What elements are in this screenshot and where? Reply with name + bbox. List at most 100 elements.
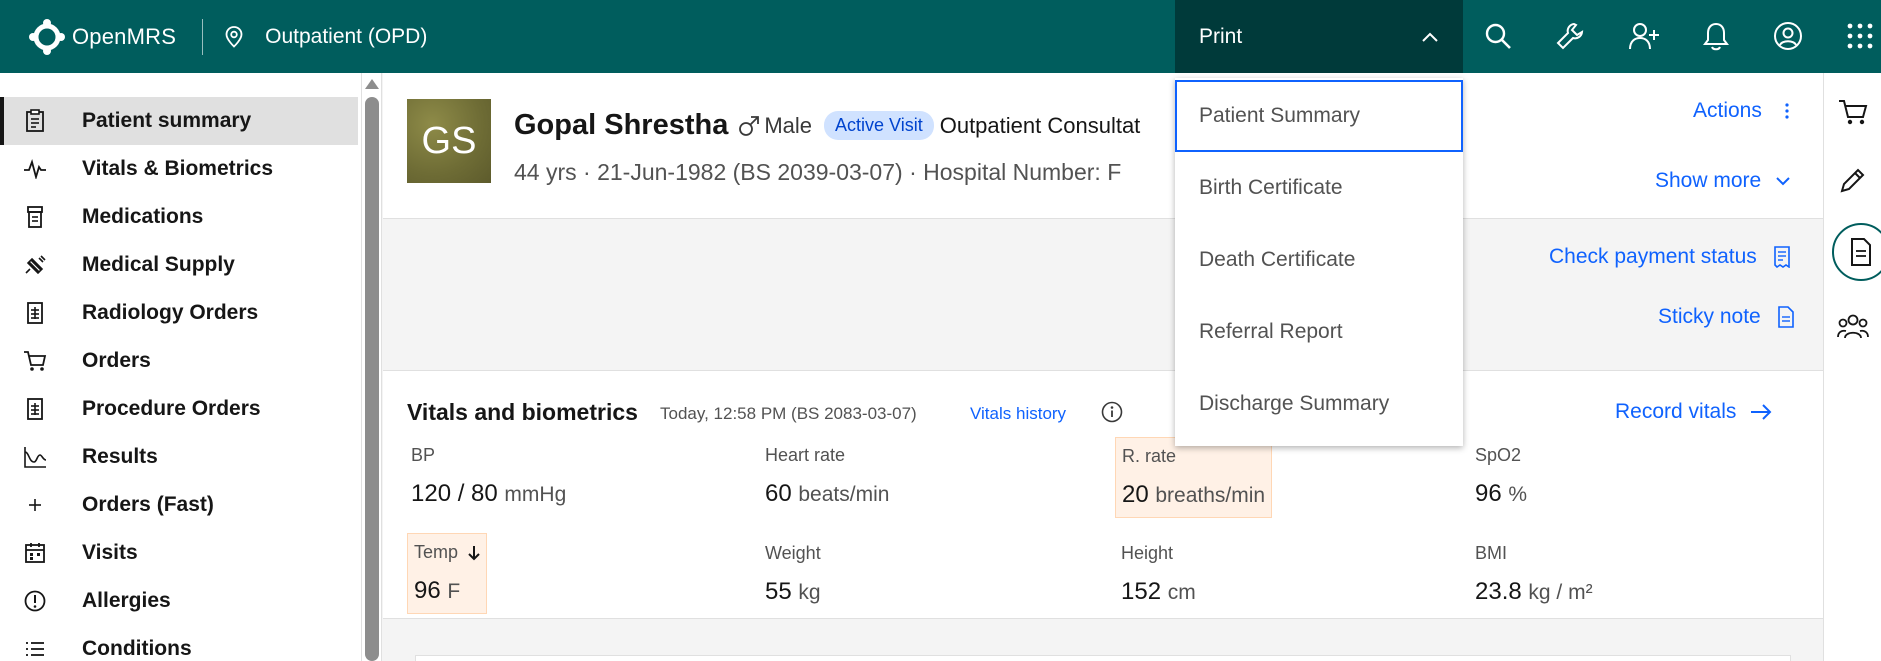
- vital-unit: kg: [798, 581, 821, 604]
- patient-name: Gopal Shrestha: [514, 109, 729, 141]
- cart-icon[interactable]: [1832, 91, 1874, 133]
- next-widget-card: [415, 655, 1791, 661]
- vital-value-row: 96 F: [414, 577, 480, 605]
- vital-unit: mmHg: [504, 483, 567, 506]
- vital-unit: %: [1508, 483, 1528, 506]
- sidebar-item-orders-fast[interactable]: Orders (Fast): [0, 481, 358, 529]
- list-icon: [18, 632, 52, 661]
- actions-button[interactable]: Actions: [1693, 99, 1790, 123]
- document-icon: [1777, 306, 1794, 328]
- vital-unit: kg / m²: [1528, 581, 1593, 604]
- vital-value-row: 20 breaths/min: [1122, 481, 1265, 509]
- sidebar-item-label: Orders: [82, 349, 151, 372]
- menu-item-death-certificate[interactable]: Death Certificate: [1175, 224, 1463, 296]
- hospital-number: Hospital Number: F: [923, 159, 1122, 185]
- bell-icon[interactable]: [1698, 18, 1734, 54]
- wrench-icon[interactable]: [1552, 18, 1588, 54]
- sidebar-item-label: Patient summary: [82, 109, 252, 132]
- sidebar-item-radiology-orders[interactable]: Radiology Orders: [0, 289, 358, 337]
- top-navigation-bar: OpenMRS Outpatient (OPD) Print: [0, 0, 1881, 73]
- sidebar-item-label: Medical Supply: [82, 253, 235, 276]
- scroll-thumb[interactable]: [365, 97, 379, 661]
- vital-value: 96: [414, 577, 441, 604]
- vital-tile-weight: Weight 55 kg: [759, 535, 827, 614]
- sidebar-item-vitals-biometrics[interactable]: Vitals & Biometrics: [0, 145, 358, 193]
- sidebar-item-medications[interactable]: Medications: [0, 193, 358, 241]
- vital-label: Temp: [414, 542, 459, 562]
- vitals-history-link[interactable]: Vitals history: [970, 404, 1066, 424]
- male-gender-icon: [739, 115, 760, 136]
- sidebar-item-visits[interactable]: Visits: [0, 529, 358, 577]
- active-visit-badge: Active Visit: [824, 111, 934, 140]
- medication-icon: [18, 200, 52, 234]
- print-menu-button[interactable]: Print: [1175, 0, 1463, 73]
- vital-value: 55: [765, 578, 792, 605]
- print-label: Print: [1199, 24, 1243, 48]
- sidebar-scrollbar[interactable]: [362, 73, 382, 661]
- add-user-icon[interactable]: [1626, 18, 1662, 54]
- openmrs-logo-icon: [28, 18, 66, 56]
- vital-unit: breaths/min: [1155, 484, 1266, 507]
- document-icon[interactable]: [1832, 223, 1881, 281]
- sidebar-item-orders[interactable]: Orders: [0, 337, 358, 385]
- info-icon[interactable]: [1101, 401, 1123, 428]
- sidebar-item-patient-summary[interactable]: Patient summary: [0, 97, 358, 145]
- patient-avatar: GS: [407, 99, 491, 183]
- sidebar-item-conditions[interactable]: Conditions: [0, 625, 358, 661]
- syringe-icon: [18, 248, 52, 282]
- location-pin-icon: [225, 25, 243, 48]
- menu-item-patient-summary[interactable]: Patient Summary: [1175, 80, 1463, 152]
- vital-value-row: 152 cm: [1121, 578, 1196, 606]
- menu-item-referral-report[interactable]: Referral Report: [1175, 296, 1463, 368]
- patient-links-section: Check payment status Sticky note: [383, 219, 1823, 371]
- patient-name-row: Gopal Shrestha Male Active Visit Outpati…: [514, 109, 1140, 142]
- sidebar-item-medical-supply[interactable]: Medical Supply: [0, 241, 358, 289]
- search-icon[interactable]: [1480, 18, 1516, 54]
- order-document-icon: [18, 296, 52, 330]
- sidebar-item-label: Visits: [82, 541, 138, 564]
- right-action-rail: [1823, 73, 1881, 661]
- show-more-button[interactable]: Show more: [1655, 169, 1791, 193]
- location-label: Outpatient (OPD): [265, 24, 428, 48]
- sidebar-item-allergies[interactable]: Allergies: [0, 577, 358, 625]
- vital-value: 96: [1475, 480, 1502, 507]
- location-selector[interactable]: Outpatient (OPD): [225, 25, 427, 49]
- activity-icon: [18, 152, 52, 186]
- sidebar-item-results[interactable]: Results: [0, 433, 358, 481]
- menu-item-discharge-summary[interactable]: Discharge Summary: [1175, 368, 1463, 440]
- plus-icon: [18, 488, 52, 522]
- vital-tile-respiratory-rate: R. rate 20 breaths/min: [1115, 437, 1273, 518]
- clipboard-icon: [18, 104, 52, 138]
- record-vitals-button[interactable]: Record vitals: [1615, 400, 1772, 424]
- separator-dot: ·: [909, 159, 924, 185]
- vital-value-row: 23.8 kg / m²: [1475, 578, 1593, 606]
- vital-tile-temp: Temp 96 F: [407, 533, 488, 614]
- chevron-down-icon: [1776, 177, 1790, 186]
- gender-label: Male: [764, 112, 813, 138]
- vital-label: R. rate: [1122, 446, 1177, 466]
- user-avatar-icon[interactable]: [1770, 18, 1806, 54]
- patient-demographics: 44 yrs · 21-Jun-1982 (BS 2039-03-07) · H…: [514, 159, 1121, 186]
- sidebar-item-procedure-orders[interactable]: Procedure Orders: [0, 385, 358, 433]
- care-team-icon[interactable]: [1832, 305, 1874, 347]
- separator-dot: ·: [583, 159, 598, 185]
- patient-initials: GS: [421, 119, 477, 162]
- sticky-note-link[interactable]: Sticky note: [1658, 305, 1795, 329]
- vital-value: 152: [1121, 578, 1162, 605]
- vital-value-row: 120 / 80 mmHg: [411, 480, 566, 508]
- pen-icon[interactable]: [1832, 159, 1874, 201]
- chevron-up-icon: [1422, 32, 1438, 42]
- menu-item-birth-certificate[interactable]: Birth Certificate: [1175, 152, 1463, 224]
- vital-value: 20: [1122, 481, 1149, 508]
- vital-value-row: 60 beats/min: [765, 480, 889, 508]
- vital-label: BP: [411, 445, 436, 465]
- app-switcher-icon[interactable]: [1842, 18, 1878, 54]
- vitals-title: Vitals and biometrics: [407, 399, 638, 425]
- openmrs-logo[interactable]: OpenMRS: [28, 18, 176, 56]
- patient-age: 44 yrs: [514, 159, 577, 185]
- sidebar-item-label: Medications: [82, 205, 204, 228]
- scroll-up-arrow-icon[interactable]: [365, 79, 379, 89]
- warning-circle-icon: [18, 584, 52, 618]
- check-payment-status-link[interactable]: Check payment status: [1549, 245, 1791, 269]
- patient-dob: 21-Jun-1982 (BS 2039-03-07): [597, 159, 903, 185]
